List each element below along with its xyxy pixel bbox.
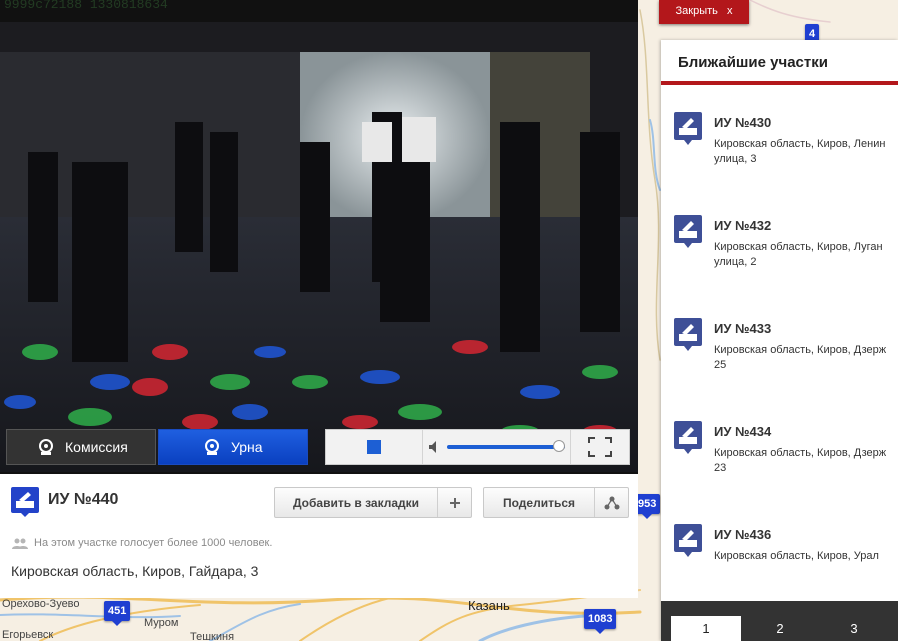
video-overlay-id: 9999c72188 1330818634 xyxy=(4,0,168,12)
stop-button[interactable] xyxy=(326,430,423,464)
station-list-address: улица, 2 xyxy=(714,256,757,268)
station-list-title: ИУ №434 xyxy=(714,424,772,439)
tab-urn-camera[interactable]: Урна xyxy=(158,429,308,465)
station-list-title: ИУ №430 xyxy=(714,115,772,130)
speaker-icon xyxy=(429,441,436,453)
map-label: Егорьевск xyxy=(2,629,54,641)
volume-slider-handle[interactable] xyxy=(553,440,566,452)
map-label: Тешкиня xyxy=(190,631,235,641)
volume-control[interactable] xyxy=(423,430,571,464)
station-title: ИУ №440 xyxy=(48,491,119,508)
station-list-address: улица, 3 xyxy=(714,153,757,165)
station-list-address: 23 xyxy=(714,462,727,474)
share-label: Поделиться xyxy=(502,495,576,510)
volume-slider[interactable] xyxy=(447,440,566,452)
station-list-title: ИУ №433 xyxy=(714,321,772,336)
webcam-icon xyxy=(205,439,219,455)
stop-icon xyxy=(367,440,381,454)
station-list-address: Кировская область, Киров, Урал xyxy=(714,550,879,562)
tab-commission-camera[interactable]: Комиссия xyxy=(6,429,156,465)
map-label: Казань xyxy=(468,598,510,613)
station-list-item[interactable]: ИУ №436 Кировская область, Киров, Урал xyxy=(661,504,898,607)
video-player[interactable]: 9999c72188 1330818634 Комиссия Урна xyxy=(0,0,638,474)
tab-label: Комиссия xyxy=(65,439,128,455)
station-list-item[interactable]: ИУ №432 Кировская область, Киров, Луган … xyxy=(661,195,898,298)
close-icon: x xyxy=(726,5,733,17)
webcam-icon xyxy=(39,439,53,455)
map-label: Муром xyxy=(144,617,179,629)
share-icon xyxy=(594,488,628,517)
plus-icon xyxy=(437,488,471,517)
player-controls xyxy=(325,429,630,465)
close-button-label: Закрыть xyxy=(675,5,718,17)
map-marker[interactable]: 1083 xyxy=(584,609,617,634)
add-bookmark-label: Добавить в закладки xyxy=(292,495,420,510)
station-list-address: Кировская область, Киров, Луган xyxy=(714,241,883,253)
voters-note-text: На этом участке голосует более 1000 чело… xyxy=(34,537,273,549)
map-marker[interactable]: 451 xyxy=(104,601,131,626)
station-list-address: Кировская область, Киров, Дзерж xyxy=(714,447,887,459)
close-button[interactable]: Закрыть x xyxy=(659,0,749,24)
ballot-box-icon xyxy=(11,487,39,517)
station-list-item[interactable]: ИУ №433 Кировская область, Киров, Дзерж … xyxy=(661,298,898,401)
station-list-address: Кировская область, Киров, Дзерж xyxy=(714,344,887,356)
page-button-2[interactable]: 2 xyxy=(745,616,815,641)
ballot-box-icon xyxy=(674,112,702,145)
share-button[interactable]: Поделиться xyxy=(483,487,629,518)
video-frame xyxy=(0,22,638,472)
add-bookmark-button[interactable]: Добавить в закладки xyxy=(274,487,472,518)
people-icon xyxy=(12,538,28,549)
station-list-item[interactable]: ИУ №434 Кировская область, Киров, Дзерж … xyxy=(661,401,898,504)
fullscreen-button[interactable] xyxy=(571,430,629,464)
station-address: Кировская область, Киров, Гайдара, 3 xyxy=(11,563,259,579)
map-label: Орехово-Зуево xyxy=(2,598,80,610)
pagination: 1 2 3 xyxy=(661,601,898,641)
tab-label: Урна xyxy=(231,439,263,455)
station-list-title: ИУ №436 xyxy=(714,527,772,542)
station-list-item[interactable]: ИУ №430 Кировская область, Киров, Ленин … xyxy=(661,92,898,195)
station-list-address: 25 xyxy=(714,359,727,371)
nearby-stations-panel: Ближайшие участки ИУ №430 Кировская обла… xyxy=(661,40,898,641)
ballot-box-icon xyxy=(674,524,702,557)
ballot-box-icon xyxy=(674,421,702,454)
page-button-1[interactable]: 1 xyxy=(671,616,741,641)
station-list-address: Кировская область, Киров, Ленин xyxy=(714,138,886,150)
ballot-box-icon xyxy=(674,318,702,351)
page-button-3[interactable]: 3 xyxy=(819,616,889,641)
station-list-title: ИУ №432 xyxy=(714,218,772,233)
ballot-box-icon xyxy=(674,215,702,248)
voters-note: На этом участке голосует более 1000 чело… xyxy=(12,537,272,549)
panel-title: Ближайшие участки xyxy=(661,40,898,85)
fullscreen-icon xyxy=(588,437,612,457)
